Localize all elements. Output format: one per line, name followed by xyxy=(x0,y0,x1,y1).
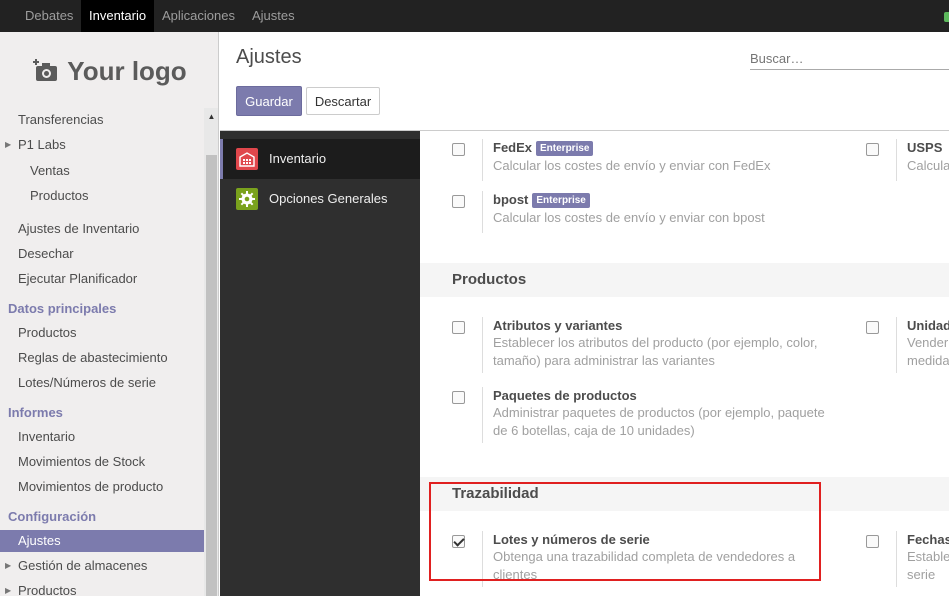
lotes-checkbox[interactable] xyxy=(452,535,465,548)
usps-checkbox[interactable] xyxy=(866,143,879,156)
search-input[interactable] xyxy=(750,48,949,70)
fedex-checkbox[interactable] xyxy=(452,143,465,156)
camera-plus-icon xyxy=(33,59,58,81)
lotes-description: Obtenga una trazabilidad completa de ven… xyxy=(493,549,796,582)
sidebar-item-ventas[interactable]: Ventas xyxy=(0,160,204,182)
option-divider xyxy=(482,387,483,443)
fedex-description: Calcular los costes de envío y enviar co… xyxy=(493,158,771,173)
unidad-checkbox[interactable] xyxy=(866,321,879,334)
sidebar-item-ajustes[interactable]: Ajustes xyxy=(0,530,204,552)
fedex-label: FedEx xyxy=(493,140,533,155)
page-title: Ajustes xyxy=(236,46,302,68)
sidebar-item-label: Productos xyxy=(18,583,77,596)
atributos-title: Atributos y variantes xyxy=(493,318,623,333)
sidebar-item-reglas-abastecimiento[interactable]: Reglas de abastecimiento xyxy=(0,347,204,369)
control-panel: Ajustes Guardar Descartar xyxy=(220,32,949,131)
usps-description: Calcula xyxy=(907,158,949,173)
settings-app-nav: Inventario Opciones Generales xyxy=(220,131,420,596)
sidebar-item-label: Gestión de almacenes xyxy=(18,558,148,573)
paquetes-checkbox[interactable] xyxy=(452,391,465,404)
paquetes-description: Administrar paquetes de productos (por e… xyxy=(493,405,825,438)
scrollbar-thumb[interactable] xyxy=(206,155,217,596)
settings-nav-label: Opciones Generales xyxy=(269,191,388,206)
bpost-title: bpost Enterprise xyxy=(493,192,590,208)
unidad-title: Unidad xyxy=(907,318,949,333)
scroll-up-arrow-icon[interactable]: ▲ xyxy=(204,112,218,122)
settings-nav-inventario[interactable]: Inventario xyxy=(220,139,420,179)
sidebar-item-lotes[interactable]: Lotes/Números de serie xyxy=(0,372,204,394)
fechas-title: Fechas xyxy=(907,532,949,547)
settings-nav-opciones-generales[interactable]: Opciones Generales xyxy=(220,179,420,219)
option-divider xyxy=(482,191,483,233)
menu-aplicaciones[interactable]: Aplicaciones xyxy=(154,0,243,32)
menu-ajustes[interactable]: Ajustes xyxy=(244,0,303,32)
warehouse-icon xyxy=(236,148,258,170)
atributos-description: Establecer los atributos del producto (p… xyxy=(493,335,818,368)
sidebar-header-datos-principales[interactable]: Datos principales xyxy=(0,298,204,320)
settings-nav-label: Inventario xyxy=(269,151,327,166)
bpost-checkbox[interactable] xyxy=(452,195,465,208)
paquetes-title: Paquetes de productos xyxy=(493,388,637,403)
discard-button[interactable]: Descartar xyxy=(306,87,380,115)
lotes-title: Lotes y números de serie xyxy=(493,532,650,547)
sidebar-item-transferencias[interactable]: Transferencias xyxy=(0,109,204,131)
sidebar-item-desechar[interactable]: Desechar xyxy=(0,243,204,265)
option-divider xyxy=(896,139,897,181)
gear-icon xyxy=(236,188,258,210)
company-logo[interactable]: Your logo xyxy=(20,46,200,96)
menu-inventario[interactable]: Inventario xyxy=(81,0,155,32)
caret-right-icon: ▶ xyxy=(5,561,12,570)
caret-right-icon: ▶ xyxy=(5,140,12,149)
sidebar-item-productos[interactable]: Productos xyxy=(0,322,204,344)
enterprise-badge: Enterprise xyxy=(536,141,594,156)
sidebar-item-gestion-almacenes[interactable]: ▶ Gestión de almacenes xyxy=(0,555,204,577)
option-divider xyxy=(896,317,897,373)
bpost-label: bpost xyxy=(493,192,529,207)
unidad-description: Vender medida xyxy=(907,335,949,368)
usps-title: USPS xyxy=(907,140,943,155)
save-button[interactable]: Guardar xyxy=(236,86,302,116)
bpost-description: Calcular los costes de envío y enviar co… xyxy=(493,210,765,225)
sidebar-scrollbar[interactable]: ▲ xyxy=(204,108,218,596)
sidebar-item-productos-config[interactable]: ▶ Productos xyxy=(0,580,204,596)
fedex-title: FedEx Enterprise xyxy=(493,140,594,156)
status-indicator xyxy=(944,12,949,22)
sidebar-header-configuracion[interactable]: Configuración xyxy=(0,506,204,528)
option-divider xyxy=(482,139,483,181)
menu-debates[interactable]: Debates xyxy=(17,0,81,32)
option-divider xyxy=(482,317,483,373)
fechas-description: Estable serie xyxy=(907,549,949,582)
sidebar-item-p1-labs[interactable]: ▶ P1 Labs xyxy=(0,134,204,156)
sidebar-item-productos-p1[interactable]: Productos xyxy=(0,185,204,207)
sidebar-item-ajustes-inventario[interactable]: Ajustes de Inventario xyxy=(0,218,204,240)
logo-text: Your logo xyxy=(67,55,187,86)
sidebar-item-movimientos-producto[interactable]: Movimientos de producto xyxy=(0,476,204,498)
atributos-checkbox[interactable] xyxy=(452,321,465,334)
sidebar-header-informes[interactable]: Informes xyxy=(0,402,204,424)
caret-right-icon: ▶ xyxy=(5,586,12,595)
option-divider xyxy=(482,531,483,587)
top-navbar: Debates Inventario Aplicaciones Ajustes xyxy=(0,0,949,32)
sidebar: Your logo Transferencias ▶ P1 Labs Ventas… xyxy=(0,32,219,596)
fechas-checkbox[interactable] xyxy=(866,535,879,548)
section-trazabilidad: Trazabilidad xyxy=(420,477,949,511)
section-productos: Productos xyxy=(420,263,949,297)
sidebar-item-movimientos-stock[interactable]: Movimientos de Stock xyxy=(0,451,204,473)
enterprise-badge: Enterprise xyxy=(532,193,590,208)
settings-content: FedEx Enterprise Calcular los costes de e… xyxy=(420,131,949,596)
sidebar-item-ejecutar-planificador[interactable]: Ejecutar Planificador xyxy=(0,268,204,290)
sidebar-item-inventario-informe[interactable]: Inventario xyxy=(0,426,204,448)
sidebar-item-label: P1 Labs xyxy=(18,137,66,152)
option-divider xyxy=(896,531,897,587)
